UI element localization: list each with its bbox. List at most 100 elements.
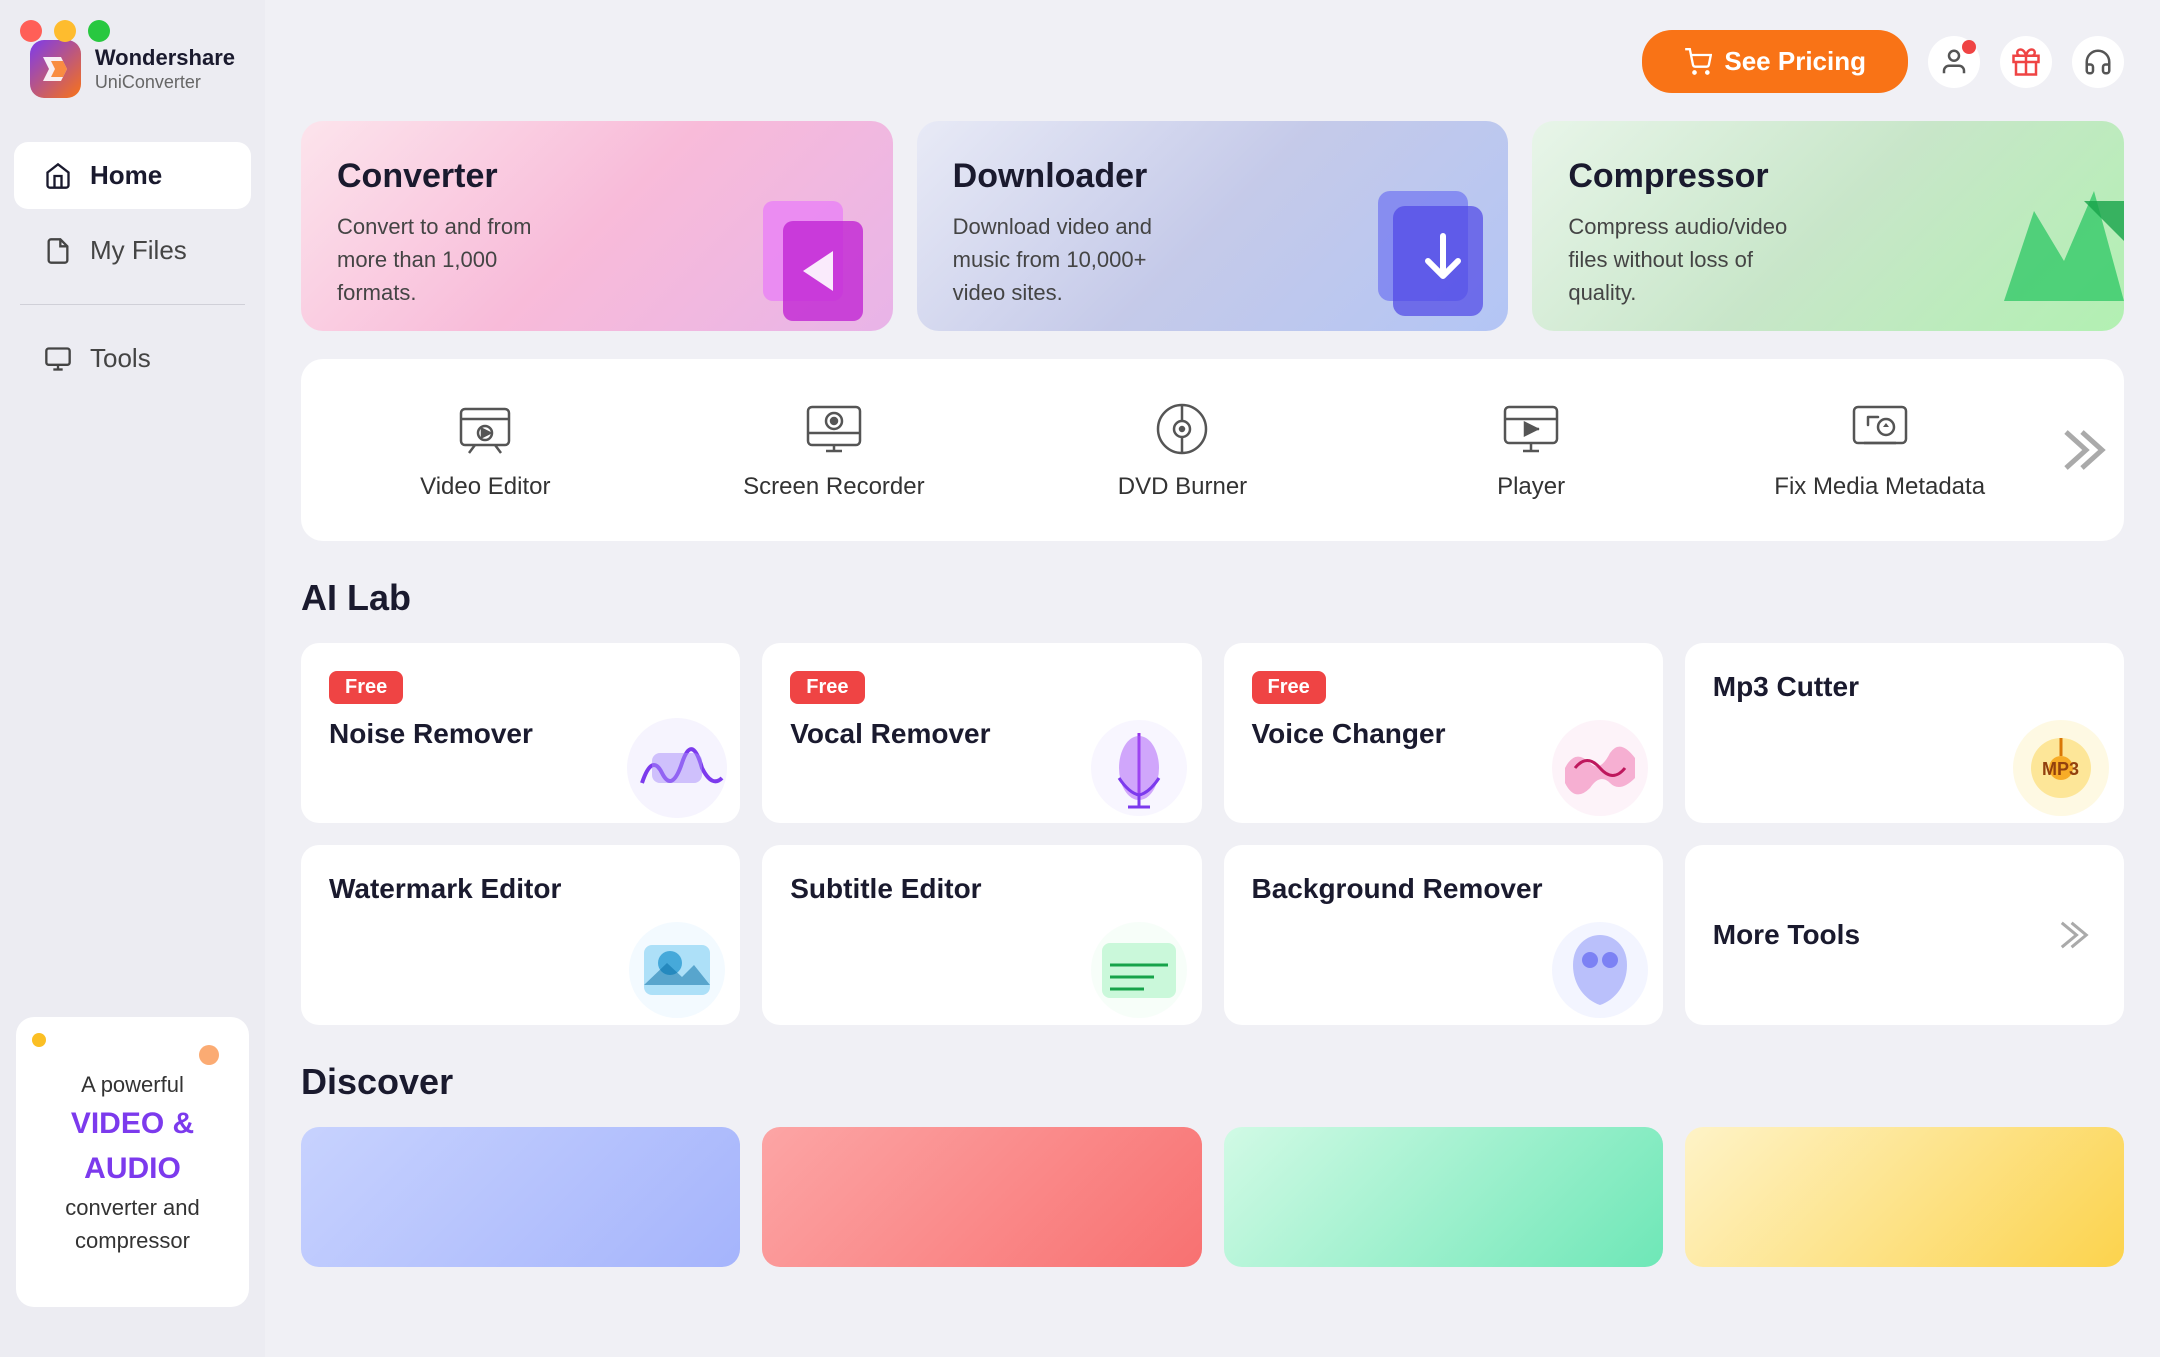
noise-remover-illustration [622,713,732,823]
voice-free-badge: Free [1252,671,1326,704]
more-tools-card[interactable]: More Tools [1685,845,2124,1025]
files-icon [44,237,72,265]
downloader-desc: Download video and music from 10,000+ vi… [953,210,1193,309]
screen-recorder-icon [804,399,864,459]
tool-dvd-burner[interactable]: DVD Burner [1008,389,1357,511]
logo-area: Wondershare UniConverter [0,30,265,138]
headphone-icon [2083,47,2113,77]
background-remover-label: Background Remover [1252,873,1635,905]
see-pricing-label: See Pricing [1724,46,1866,77]
discover-card-2[interactable] [762,1127,1201,1267]
see-pricing-button[interactable]: See Pricing [1642,30,1908,93]
dvd-burner-label: DVD Burner [1118,473,1247,501]
ad-line3: AUDIO [84,1152,181,1185]
sidebar-ad: A powerful VIDEO & AUDIO converter and c… [16,1017,249,1307]
ai-subtitle-editor-card[interactable]: Subtitle Editor [762,845,1201,1025]
vocal-remover-illustration [1084,713,1194,823]
compressor-card[interactable]: Compressor Compress audio/video files wi… [1532,121,2124,331]
tools-row: Video Editor Screen Recorder DVD Burner [301,359,2124,541]
voice-changer-illustration [1545,713,1655,823]
nav-divider [20,304,245,305]
discover-title: Discover [301,1061,2124,1103]
nav-my-files[interactable]: My Files [14,217,251,284]
hero-cards: Converter Convert to and from more than … [301,121,2124,331]
user-profile-button[interactable] [1928,36,1980,88]
nav-tools[interactable]: Tools [14,325,251,392]
ad-dot-2 [199,1045,219,1065]
ad-line5: compressor [75,1228,190,1253]
maximize-button[interactable] [88,20,110,42]
compressor-illustration [1964,171,2124,331]
mp3-cutter-label: Mp3 Cutter [1713,671,2096,703]
subtitle-editor-illustration [1084,915,1194,1025]
more-tools-label: More Tools [1713,919,1860,951]
tool-fix-media[interactable]: Fix Media Metadata [1705,389,2054,511]
topbar: See Pricing [301,20,2124,121]
vocal-free-badge: Free [790,671,864,704]
watermark-editor-illustration [622,915,732,1025]
ai-noise-remover-card[interactable]: Free Noise Remover [301,643,740,823]
gift-button[interactable] [2000,36,2052,88]
gift-icon [2011,47,2041,77]
double-chevron-right-icon [2054,420,2114,480]
fix-media-label: Fix Media Metadata [1774,473,1985,501]
player-icon [1501,399,1561,459]
ai-grid-row1: Free Noise Remover Free Vocal Remover [301,643,2124,823]
downloader-illustration [1348,171,1508,331]
background-remover-illustration [1545,915,1655,1025]
video-editor-label: Video Editor [420,473,550,501]
tool-screen-recorder[interactable]: Screen Recorder [660,389,1009,511]
fix-media-icon [1850,399,1910,459]
app-name: Wondershare [95,45,235,71]
ai-background-remover-card[interactable]: Background Remover [1224,845,1663,1025]
discover-card-1[interactable] [301,1127,740,1267]
nav-home-label: Home [90,160,162,191]
downloader-card[interactable]: Downloader Download video and music from… [917,121,1509,331]
ad-line2: VIDEO & [71,1107,194,1140]
subtitle-editor-label: Subtitle Editor [790,873,1173,905]
home-icon [44,162,72,190]
discover-card-4[interactable] [1685,1127,2124,1267]
compressor-desc: Compress audio/video files without loss … [1568,210,1808,309]
ai-voice-changer-card[interactable]: Free Voice Changer [1224,643,1663,823]
ai-lab-title: AI Lab [301,577,2124,619]
app-subname: UniConverter [95,72,235,93]
tools-more-arrow[interactable] [2054,420,2114,480]
converter-illustration [733,171,893,331]
discover-card-3[interactable] [1224,1127,1663,1267]
discover-cards [301,1127,2124,1267]
notification-badge [1962,40,1976,54]
ai-watermark-editor-card[interactable]: Watermark Editor [301,845,740,1025]
headphone-button[interactable] [2072,36,2124,88]
noise-free-badge: Free [329,671,403,704]
dvd-burner-icon [1152,399,1212,459]
app-logo [30,40,81,98]
tool-player[interactable]: Player [1357,389,1706,511]
nav-tools-label: Tools [90,343,151,374]
video-editor-icon [455,399,515,459]
converter-desc: Convert to and from more than 1,000 form… [337,210,577,309]
tools-icon [44,345,72,373]
mp3-cutter-illustration: MP3 [2006,713,2116,823]
watermark-editor-label: Watermark Editor [329,873,712,905]
ai-vocal-remover-card[interactable]: Free Vocal Remover [762,643,1201,823]
svg-text:MP3: MP3 [2042,759,2079,779]
converter-card[interactable]: Converter Convert to and from more than … [301,121,893,331]
ai-mp3-cutter-card[interactable]: Mp3 Cutter MP3 [1685,643,2124,823]
player-label: Player [1497,473,1565,501]
close-button[interactable] [20,20,42,42]
sidebar: Wondershare UniConverter Home My Files T… [0,0,265,1357]
ad-line4: converter and [65,1195,200,1220]
ai-grid-row2: Watermark Editor Subtitle Editor [301,845,2124,1025]
window-controls [20,20,110,42]
tool-video-editor[interactable]: Video Editor [311,389,660,511]
screen-recorder-label: Screen Recorder [743,473,924,501]
more-tools-arrow-icon [2052,913,2096,957]
nav-my-files-label: My Files [90,235,187,266]
ad-dot-1 [32,1033,46,1047]
main-content: See Pricing [265,0,2160,1357]
cart-icon [1684,48,1712,76]
minimize-button[interactable] [54,20,76,42]
ad-line1: A powerful [81,1072,184,1097]
nav-home[interactable]: Home [14,142,251,209]
